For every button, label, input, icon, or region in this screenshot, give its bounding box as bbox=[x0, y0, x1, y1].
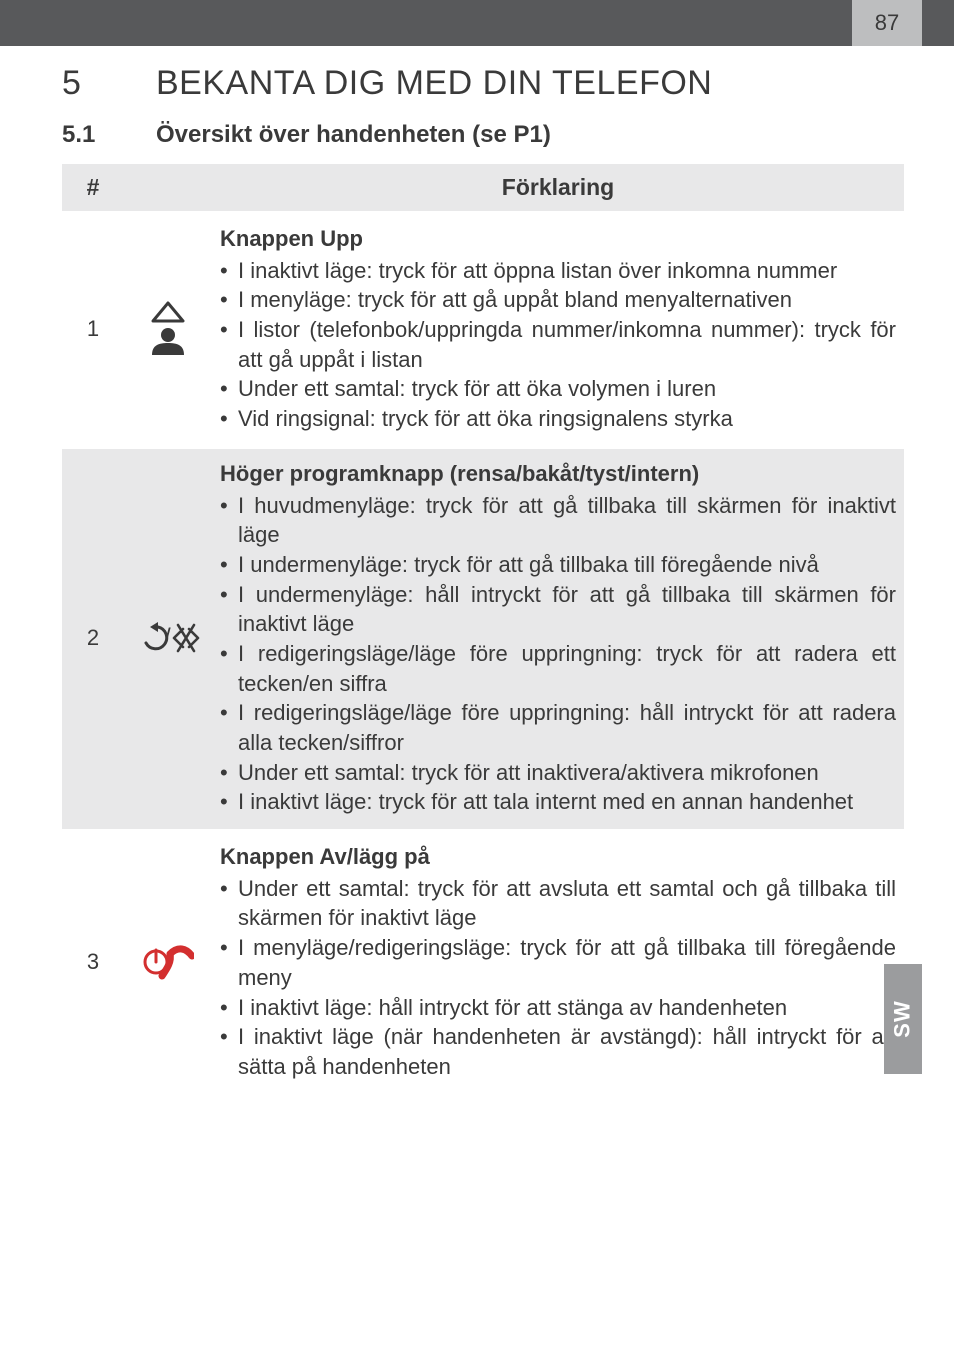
section-heading: 5 BEKANTA DIG MED DIN TELEFON bbox=[62, 64, 904, 103]
bullet-item: I redigeringsläge/läge före uppringning:… bbox=[220, 639, 896, 698]
bullet-item: I undermenyläge: tryck för att gå tillba… bbox=[220, 550, 896, 580]
row-icon-cell bbox=[124, 214, 212, 446]
col-header-explanation: Förklaring bbox=[212, 164, 904, 211]
bullet-item: I huvudmenyläge: tryck för att gå tillba… bbox=[220, 491, 896, 550]
section-number: 5 bbox=[62, 64, 156, 103]
bullet-item: I inaktivt läge: håll intryckt för att s… bbox=[220, 993, 896, 1023]
row-number: 1 bbox=[62, 214, 124, 446]
section-title: BEKANTA DIG MED DIN TELEFON bbox=[156, 64, 712, 103]
row-icon-cell: / bbox=[124, 449, 212, 829]
table-header-row: # Förklaring bbox=[62, 164, 904, 211]
bullet-item: I menyläge: tryck för att gå uppåt bland… bbox=[220, 285, 896, 315]
subsection-heading: 5.1 Översikt över handenheten (se P1) bbox=[62, 121, 904, 149]
bullet-item: I redigeringsläge/läge före uppringning:… bbox=[220, 698, 896, 757]
bullet-item: Under ett samtal: tryck för att avsluta … bbox=[220, 874, 896, 933]
bullet-item: I undermenyläge: håll intryckt för att g… bbox=[220, 580, 896, 639]
row-description: Knappen Upp I inaktivt läge: tryck för a… bbox=[212, 214, 904, 446]
table-row: 1 Knappen Upp I inaktivt läge: tryck för… bbox=[62, 214, 904, 446]
bullet-item: Under ett samtal: tryck för att öka voly… bbox=[220, 374, 896, 404]
bullet-item: I listor (telefonbok/uppringda nummer/in… bbox=[220, 315, 896, 374]
up-contacts-icon bbox=[147, 301, 189, 357]
page-number: 87 bbox=[875, 10, 899, 36]
bullet-item: Vid ringsignal: tryck för att öka ringsi… bbox=[220, 404, 896, 434]
row-number: 3 bbox=[62, 832, 124, 1094]
page-number-box: 87 bbox=[852, 0, 922, 46]
row-bullets: Under ett samtal: tryck för att avsluta … bbox=[220, 874, 896, 1082]
back-mute-icon: / bbox=[136, 621, 200, 655]
row-description: Knappen Av/lägg på Under ett samtal: try… bbox=[212, 832, 904, 1094]
table-row: 2 / Höger programknapp (rensa/bakåt/tyst… bbox=[62, 449, 904, 829]
row-bullets: I inaktivt läge: tryck för att öppna lis… bbox=[220, 256, 896, 434]
overview-table: # Förklaring 1 Knappen Upp I inaktivt lä… bbox=[62, 161, 904, 1097]
language-side-tab: SW bbox=[884, 964, 922, 1074]
row-icon-cell bbox=[124, 832, 212, 1094]
svg-text:/: / bbox=[164, 624, 171, 651]
row-description: Höger programknapp (rensa/bakåt/tyst/int… bbox=[212, 449, 904, 829]
page-content: 5 BEKANTA DIG MED DIN TELEFON 5.1 Översi… bbox=[0, 46, 954, 1097]
bullet-item: I inaktivt läge (när handenheten är avst… bbox=[220, 1022, 896, 1081]
row-title: Knappen Av/lägg på bbox=[220, 842, 896, 872]
row-title: Knappen Upp bbox=[220, 224, 896, 254]
bullet-item: Under ett samtal: tryck för att inaktive… bbox=[220, 758, 896, 788]
row-bullets: I huvudmenyläge: tryck för att gå tillba… bbox=[220, 491, 896, 818]
bullet-item: I inaktivt läge: tryck för att tala inte… bbox=[220, 787, 896, 817]
col-header-hash: # bbox=[62, 164, 124, 211]
power-hangup-icon bbox=[142, 940, 194, 984]
subsection-title: Översikt över handenheten (se P1) bbox=[156, 121, 551, 149]
table-row: 3 Knappen Av/lägg på Under ett samtal: t… bbox=[62, 832, 904, 1094]
bullet-item: I menyläge/redigeringsläge: tryck för at… bbox=[220, 933, 896, 992]
subsection-number: 5.1 bbox=[62, 121, 156, 149]
top-bar: 87 bbox=[0, 0, 954, 46]
row-title: Höger programknapp (rensa/bakåt/tyst/int… bbox=[220, 459, 896, 489]
col-header-icon bbox=[124, 164, 212, 211]
row-number: 2 bbox=[62, 449, 124, 829]
bullet-item: I inaktivt läge: tryck för att öppna lis… bbox=[220, 256, 896, 286]
language-code: SW bbox=[890, 1000, 916, 1037]
